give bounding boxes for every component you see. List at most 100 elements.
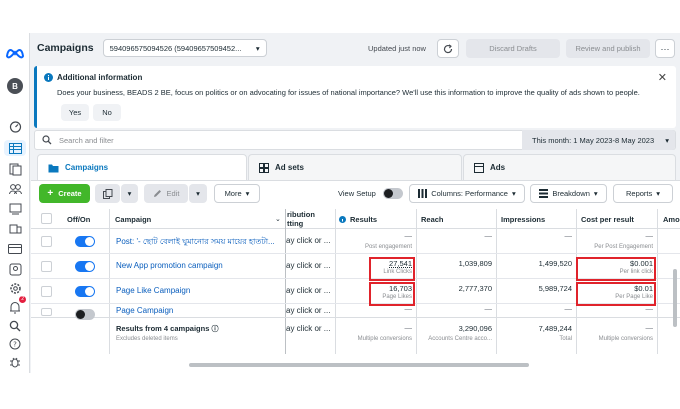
meta-logo-icon[interactable] [5, 47, 25, 59]
header-off-on[interactable]: Off/On [67, 209, 90, 229]
search-icon [42, 135, 52, 145]
tab-ads[interactable]: Ads [463, 154, 676, 180]
campaign-name-link[interactable]: Page Like Campaign [116, 286, 280, 295]
review-and-publish-button[interactable]: Review and publish [566, 39, 650, 58]
chevron-down-icon: ▾ [255, 43, 260, 53]
results-total: — Multiple conversions [357, 323, 412, 342]
billing-icon[interactable] [7, 241, 23, 257]
attribution-cell: ay click or ... [286, 306, 331, 315]
duplicate-dropdown[interactable]: ▾ [121, 184, 138, 203]
header-attribution[interactable]: ribution tting [287, 209, 315, 229]
reports-button[interactable]: Reports ▾ [613, 184, 673, 203]
help-icon[interactable]: ? [7, 336, 23, 352]
edit-button[interactable]: Edit [144, 184, 188, 203]
notification-badge: 2 [19, 296, 26, 303]
search-icon[interactable] [7, 318, 23, 334]
bug-icon[interactable] [7, 354, 23, 370]
create-button[interactable]: + Create [39, 184, 90, 203]
campaigns-panel: + Create ▾ Edit ▾ More ▾ View Setup Colu… [31, 180, 680, 373]
reach-cell: 1,039,809 [458, 259, 492, 268]
close-icon[interactable]: ✕ [658, 71, 667, 84]
banner-text: Does your business, BEADS 2 BE, focus on… [57, 88, 640, 97]
reach-cell: 2,777,370 [458, 284, 492, 293]
campaign-toggle[interactable] [75, 261, 95, 272]
table-row[interactable]: Post: '- ছোট বেলাই ঘুমানোর সময় মায়ের হ… [31, 229, 680, 254]
campaign-toggle[interactable] [75, 236, 95, 247]
impressions-cell: 5,989,724 [538, 284, 572, 293]
more-button-label: More [224, 189, 242, 198]
discard-drafts-button[interactable]: Discard Drafts [466, 39, 560, 58]
attribution-cell: ay click or ... [286, 286, 331, 295]
header-amount[interactable]: Amo [663, 209, 680, 229]
info-icon [44, 73, 53, 82]
sort-icon[interactable]: ⌄ [275, 215, 281, 223]
yes-button[interactable]: Yes [61, 104, 89, 121]
summary-subtitle: Excludes deleted items [116, 336, 178, 342]
header-campaign[interactable]: Campaign [115, 209, 151, 229]
row-checkbox[interactable] [41, 261, 52, 272]
breakdown-button-label: Breakdown [552, 189, 590, 198]
header-results[interactable]: Results [339, 209, 377, 229]
columns-icon [418, 189, 428, 198]
summary-title: Results from 4 campaigns ⓘ [116, 324, 218, 334]
ad-icon [474, 162, 484, 173]
duplicate-button[interactable] [95, 184, 120, 203]
chevron-down-icon: ▾ [593, 189, 598, 198]
plus-icon: + [47, 188, 54, 199]
select-all-checkbox[interactable] [41, 213, 52, 224]
settings-icon[interactable] [7, 280, 23, 296]
last-updated-text: Updated just now [368, 44, 426, 53]
horizontal-scrollbar[interactable] [189, 363, 529, 367]
tab-campaigns[interactable]: Campaigns [37, 154, 247, 180]
breakdown-icon [539, 189, 549, 198]
grid-icon [259, 162, 269, 173]
header-results-label: Results [350, 214, 378, 224]
chevron-down-icon: ▾ [511, 189, 516, 198]
avatar[interactable]: B [7, 78, 23, 94]
search-input[interactable]: Search and filter [59, 136, 114, 145]
notifications-icon[interactable]: 2 [7, 296, 26, 315]
duplicate-icon [102, 188, 112, 199]
row-checkbox[interactable] [41, 236, 52, 247]
reach-total: 3,290,096 Accounts Centre acco... [428, 324, 492, 342]
date-range-picker[interactable]: This month: 1 May 2023-8 May 2023 ▾ [522, 130, 675, 150]
highlight-box [369, 257, 415, 281]
impressions-cell: — [564, 304, 573, 313]
search-filter-bar[interactable]: Search and filter This month: 1 May 2023… [34, 130, 676, 150]
campaigns-table-icon[interactable] [4, 140, 26, 156]
campaign-name-link[interactable]: Page Campaign [116, 306, 280, 315]
row-checkbox[interactable] [41, 286, 52, 297]
account-selector-label: 594096575094526 (59409657509452... [109, 43, 242, 53]
header-impressions[interactable]: Impressions [501, 209, 545, 229]
pages-icon[interactable] [7, 161, 23, 177]
vertical-scrollbar[interactable] [673, 269, 677, 327]
tab-ads-label: Ads [490, 163, 506, 172]
breakdown-button[interactable]: Breakdown ▾ [530, 184, 607, 203]
cost-per-result-cell: — Per Post Engagement [594, 231, 653, 250]
table-row[interactable]: Page Campaign ay click or ... — — — — [31, 304, 680, 320]
row-checkbox[interactable] [41, 308, 52, 316]
columns-button[interactable]: Columns: Performance ▾ [409, 184, 525, 203]
more-options-button[interactable]: ··· [655, 39, 675, 58]
attribution-cell: ay click or ... [286, 324, 331, 333]
ads-manager-icon[interactable] [7, 201, 23, 217]
more-button[interactable]: More ▾ [214, 184, 260, 203]
audience-icon[interactable] [7, 261, 23, 277]
accounts-icon[interactable] [7, 181, 23, 197]
page-title: Campaigns [37, 42, 94, 54]
campaign-toggle[interactable] [75, 286, 95, 297]
view-setup-toggle[interactable] [383, 188, 403, 199]
campaign-name-link[interactable]: Post: '- ছোট বেলাই ঘুমানোর সময় মায়ের হ… [116, 236, 280, 249]
header-cost-per-result[interactable]: Cost per result [581, 209, 634, 229]
dashboard-icon[interactable] [7, 118, 23, 134]
catalog-icon[interactable] [7, 221, 23, 237]
tab-ad-sets[interactable]: Ad sets [248, 154, 462, 180]
no-button[interactable]: No [93, 104, 121, 121]
campaign-name-link[interactable]: New App promotion campaign [116, 261, 280, 270]
account-selector[interactable]: 594096575094526 (59409657509452... ▾ [102, 39, 267, 57]
pencil-icon [153, 190, 161, 197]
view-setup-label: View Setup [338, 189, 376, 198]
edit-dropdown[interactable]: ▾ [189, 184, 207, 203]
refresh-button[interactable] [437, 39, 459, 58]
header-reach[interactable]: Reach [421, 209, 444, 229]
